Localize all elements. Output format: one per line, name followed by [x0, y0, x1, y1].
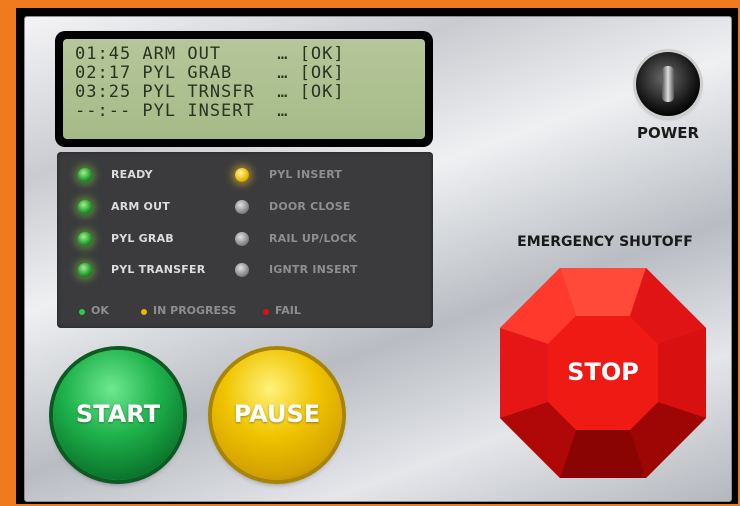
power-switch-handle	[662, 66, 674, 102]
led-label-rail-up-lock: RAIL UP/LOCK	[269, 232, 357, 245]
power-label: POWER	[636, 124, 700, 142]
start-label: START	[75, 400, 161, 428]
pause-button[interactable]: PAUSE	[212, 350, 342, 480]
led-pyl-grab-indicator	[78, 232, 92, 246]
lcd-line: 02:17 PYL GRAB … [OK]	[75, 63, 345, 83]
emergency-shutoff-label: EMERGENCY SHUTOFF	[517, 234, 693, 250]
led-label-pyl-grab: PYL GRAB	[111, 232, 174, 245]
legend-fail-label: FAIL	[275, 304, 301, 317]
lcd-screen: 01:45 ARM OUT … [OK] 02:17 PYL GRAB … [O…	[63, 39, 425, 139]
legend-ok-label: OK	[91, 304, 109, 317]
lcd-display: 01:45 ARM OUT … [OK] 02:17 PYL GRAB … [O…	[55, 31, 433, 147]
lcd-line: 03:25 PYL TRNSFR … [OK]	[75, 82, 345, 102]
led-igntr-insert-indicator	[235, 263, 249, 277]
led-pyl-transfer-indicator	[78, 263, 92, 277]
lcd-line: --:-- PYL INSERT …	[75, 101, 289, 121]
lcd-line: 01:45 ARM OUT … [OK]	[75, 44, 345, 64]
led-label-pyl-insert: PYL INSERT	[269, 168, 343, 181]
led-ready-indicator	[78, 168, 92, 182]
led-label-door-close: DOOR CLOSE	[269, 200, 351, 213]
legend-in-progress-dot	[141, 309, 147, 315]
led-door-close-indicator	[235, 200, 249, 214]
start-button[interactable]: START	[53, 350, 183, 480]
led-rail-up-lock-indicator	[235, 232, 249, 246]
pause-label: PAUSE	[233, 400, 321, 428]
status-panel: READY ARM OUT PYL GRAB PYL TRANSFER PYL …	[57, 152, 433, 328]
legend-ok-dot	[79, 309, 85, 315]
stop-button[interactable]: STOP	[500, 268, 706, 478]
led-label-pyl-transfer: PYL TRANSFER	[111, 263, 206, 276]
legend-in-progress-label: IN PROGRESS	[153, 304, 237, 317]
led-arm-out-indicator	[78, 200, 92, 214]
led-label-arm-out: ARM OUT	[111, 200, 170, 213]
led-label-igntr-insert: IGNTR INSERT	[269, 263, 358, 276]
stop-octagon-icon	[500, 268, 706, 478]
power-switch[interactable]	[636, 52, 700, 116]
legend-fail-dot	[263, 309, 269, 315]
led-pyl-insert-indicator	[235, 168, 249, 182]
led-label-ready: READY	[111, 168, 153, 181]
